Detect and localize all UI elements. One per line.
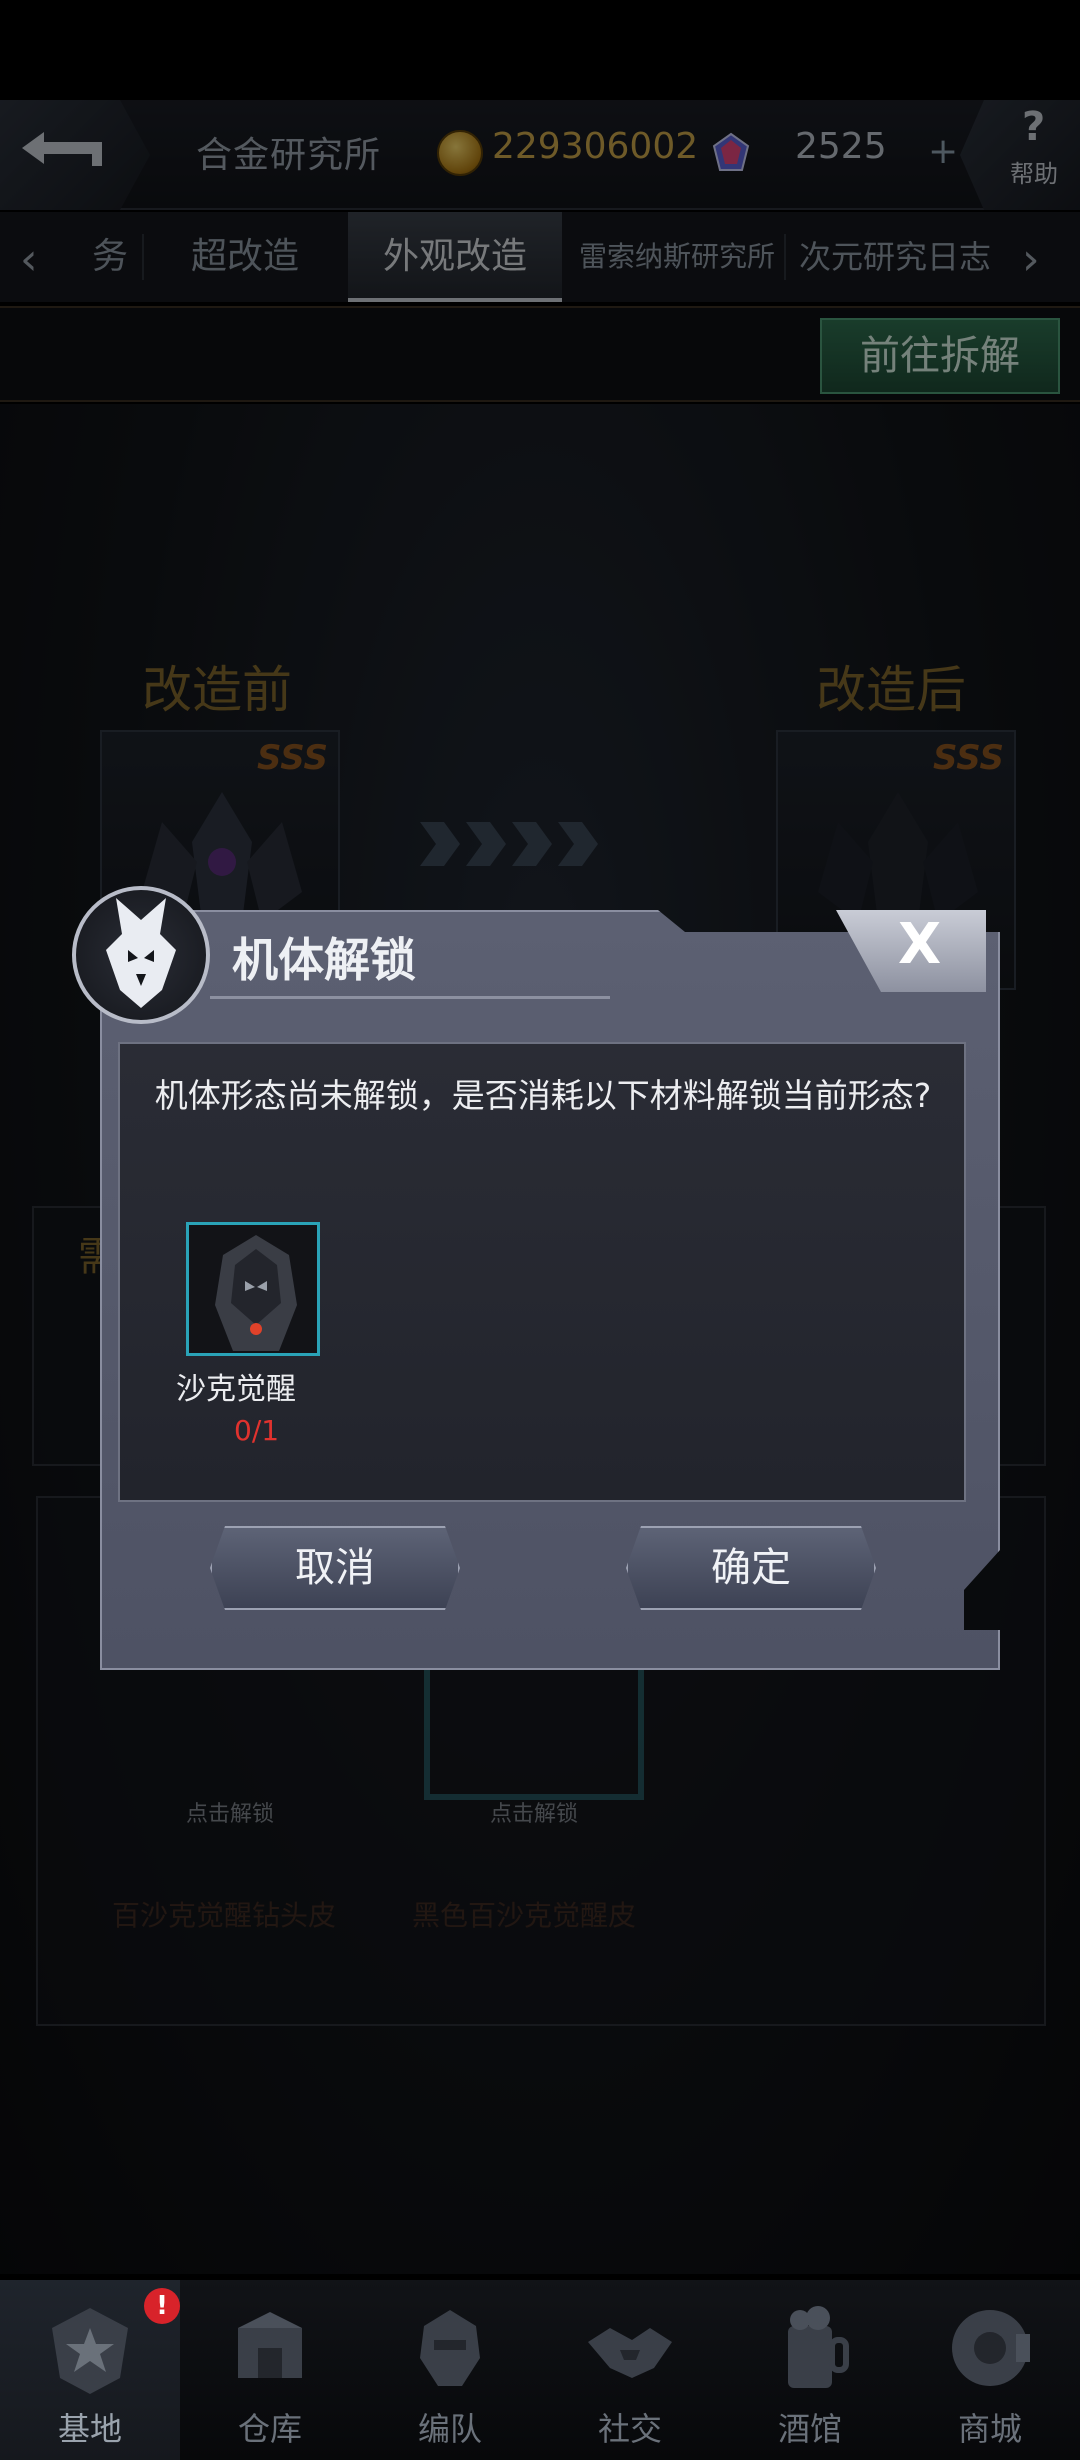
nav-item-warehouse[interactable]: 仓库 bbox=[180, 2280, 360, 2460]
dialog-message: 机体形态尚未解锁，是否消耗以下材料解锁当前形态? bbox=[154, 1076, 932, 1115]
tavern-icon bbox=[788, 2306, 849, 2388]
close-icon: X bbox=[898, 912, 942, 977]
notification-badge: ! bbox=[144, 2288, 180, 2324]
material-item-slot[interactable] bbox=[186, 1222, 320, 1356]
nav-label-shop: 商城 bbox=[957, 2410, 1022, 2448]
nav-label-base: 基地 bbox=[57, 2410, 122, 2448]
confirm-button[interactable]: 确定 bbox=[626, 1526, 876, 1610]
warehouse-icon bbox=[238, 2312, 302, 2378]
nav-item-shop[interactable]: 商城 bbox=[900, 2280, 1080, 2460]
nav-label-squad: 编队 bbox=[417, 2410, 482, 2448]
squad-icon bbox=[420, 2310, 480, 2386]
nav-label-tavern: 酒馆 bbox=[777, 2410, 842, 2448]
nav-label-warehouse: 仓库 bbox=[237, 2410, 302, 2448]
nav-item-base[interactable]: ! 基地 bbox=[0, 2280, 180, 2460]
horned-helmet-icon bbox=[106, 898, 176, 1008]
nav-label-social: 社交 bbox=[597, 2410, 662, 2448]
mech-emblem-icon bbox=[72, 886, 210, 1024]
handshake-icon bbox=[588, 2328, 672, 2378]
nav-item-squad[interactable]: 编队 bbox=[360, 2280, 540, 2460]
material-item-count: 0/1 bbox=[234, 1414, 280, 1447]
nav-item-social[interactable]: 社交 bbox=[540, 2280, 720, 2460]
base-icon bbox=[52, 2308, 128, 2394]
shop-icon bbox=[952, 2310, 1030, 2386]
title-underline bbox=[210, 996, 610, 999]
material-item-name: 沙克觉醒 bbox=[176, 1372, 296, 1407]
bottom-nav: ! 基地 仓库 编队 社交 酒馆 商城 bbox=[0, 2280, 1080, 2460]
cancel-button[interactable]: 取消 bbox=[210, 1526, 460, 1610]
nav-item-tavern[interactable]: 酒馆 bbox=[720, 2280, 900, 2460]
dialog-title: 机体解锁 bbox=[232, 933, 416, 987]
mech-portrait-icon bbox=[189, 1225, 317, 1353]
